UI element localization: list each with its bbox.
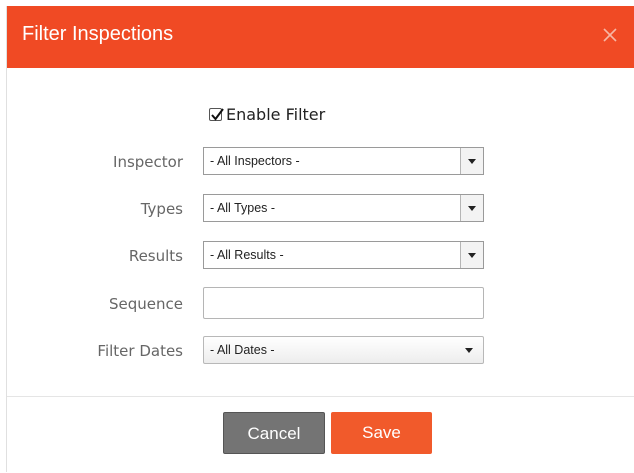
dialog-title: Filter Inspections (22, 23, 174, 45)
inspector-select-value: - All Inspectors - (210, 154, 300, 168)
close-icon[interactable] (599, 24, 621, 46)
results-select-value: - All Results - (210, 248, 284, 262)
dialog-header: Filter Inspections (7, 6, 634, 68)
results-select[interactable]: - All Results - (203, 241, 484, 269)
chevron-down-icon (468, 253, 476, 258)
types-select[interactable]: - All Types - (203, 194, 484, 222)
filter-dates-label: Filter Dates (97, 342, 183, 360)
dialog-footer: Cancel Save (7, 396, 634, 473)
inspector-row: Inspector - All Inspectors - (7, 147, 634, 177)
inspector-label: Inspector (113, 153, 183, 171)
enable-filter-row[interactable]: Enable Filter (209, 105, 325, 124)
dialog-body: Enable Filter Inspector - All Inspectors… (7, 68, 634, 398)
results-row: Results - All Results - (7, 241, 634, 271)
types-label: Types (140, 200, 183, 218)
chevron-down-icon (465, 348, 473, 353)
results-label: Results (128, 247, 183, 265)
inspector-dropdown-button[interactable] (460, 148, 483, 174)
filter-dates-select[interactable]: - All Dates - (203, 336, 484, 364)
filter-dates-row: Filter Dates - All Dates - (7, 336, 634, 366)
types-select-value: - All Types - (210, 201, 276, 215)
filter-dialog: Filter Inspections Enable Filter Inspect… (6, 6, 634, 472)
cancel-button[interactable]: Cancel (223, 412, 325, 454)
enable-filter-label: Enable Filter (226, 105, 326, 124)
enable-filter-checkbox[interactable] (209, 108, 224, 121)
filter-dates-select-value: - All Dates - (210, 343, 275, 357)
sequence-input[interactable] (203, 287, 484, 319)
types-dropdown-button[interactable] (460, 195, 483, 221)
types-row: Types - All Types - (7, 194, 634, 224)
checkmark-icon (211, 108, 224, 121)
sequence-row: Sequence (7, 287, 634, 319)
sequence-label: Sequence (109, 295, 183, 313)
save-button[interactable]: Save (331, 412, 432, 454)
chevron-down-icon (468, 159, 476, 164)
results-dropdown-button[interactable] (460, 242, 483, 268)
chevron-down-icon (468, 206, 476, 211)
inspector-select[interactable]: - All Inspectors - (203, 147, 484, 175)
